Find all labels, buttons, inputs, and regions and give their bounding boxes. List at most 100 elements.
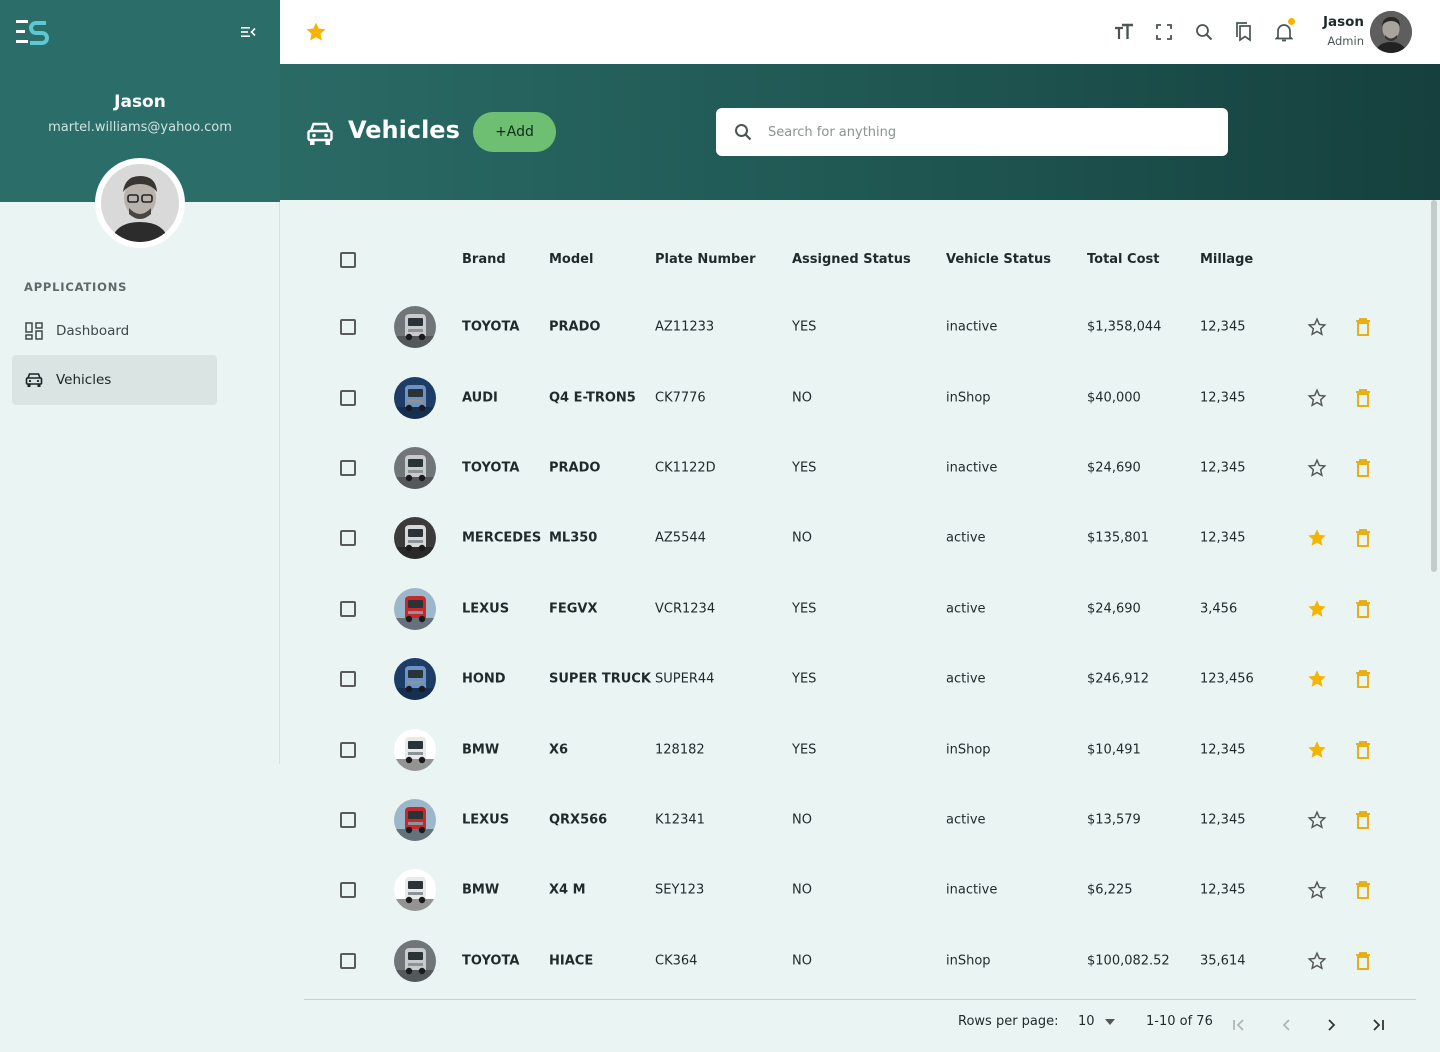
plate-cell: K12341 [655,812,705,828]
model-cell: PRADO [549,460,601,476]
row-checkbox[interactable] [340,600,356,617]
cost-cell: $6,225 [1087,882,1133,898]
delete-icon[interactable] [1352,457,1374,479]
millage-cell: 12,345 [1200,530,1246,546]
status-cell: inShop [946,953,991,969]
star-outline-icon[interactable] [1306,950,1328,972]
delete-icon[interactable] [1352,739,1374,761]
delete-icon[interactable] [1352,668,1374,690]
assigned-cell: YES [792,671,817,687]
avatar[interactable] [1370,11,1412,53]
scrollbar[interactable] [1431,200,1437,572]
chevron-left-icon [1282,1019,1290,1031]
column-header-brand[interactable]: Brand [462,252,506,267]
text-size-icon[interactable] [1112,20,1136,44]
status-cell: inShop [946,742,991,758]
previous-page-button[interactable] [1275,1014,1297,1036]
delete-icon[interactable] [1352,950,1374,972]
table-row[interactable]: HOND SUPER TRUCK SUPER44 YES active $246,912 1… [304,644,1416,714]
delete-icon[interactable] [1352,527,1374,549]
table-row[interactable]: BMW X6 128182 YES inShop $10,491 12,345 [304,714,1416,784]
table-row[interactable]: LEXUS FEGVX VCR1234 YES active $24,690 3,456 [304,574,1416,644]
star-filled-icon[interactable] [1306,527,1328,549]
assigned-cell: NO [792,953,812,969]
column-header-cost[interactable]: Total Cost [1087,252,1159,267]
table-body: TOYOTA PRADO AZ11233 YES inactive $1,358,044 1… [304,292,1416,996]
assigned-cell: YES [792,601,817,617]
delete-icon[interactable] [1352,316,1374,338]
bookmarks-icon[interactable] [1232,20,1256,44]
vehicle-thumbnail [394,517,436,560]
delete-icon[interactable] [1352,598,1374,620]
delete-icon[interactable] [1352,879,1374,901]
star-filled-icon[interactable] [1306,598,1328,620]
row-checkbox[interactable] [340,741,356,758]
column-header-model[interactable]: Model [549,252,593,267]
star-filled-icon[interactable] [1306,668,1328,690]
table-row[interactable]: TOYOTA HIACE CK364 NO inShop $100,082.52 35,61… [304,926,1416,996]
star-outline-icon[interactable] [1306,457,1328,479]
row-checkbox[interactable] [340,389,356,406]
table-row[interactable]: AUDI Q4 E-TRON5 CK7776 NO inShop $40,000 12,34… [304,362,1416,432]
vehicle-thumbnail [394,728,436,771]
table-row[interactable]: TOYOTA PRADO AZ11233 YES inactive $1,358,044 1… [304,292,1416,362]
star-outline-icon[interactable] [1306,809,1328,831]
row-checkbox[interactable] [340,952,356,969]
sidebar-user-email: martel.williams@yahoo.com [48,120,232,135]
assigned-cell: NO [792,530,812,546]
millage-cell: 3,456 [1200,601,1238,617]
star-icon[interactable] [304,20,328,44]
brand-cell: TOYOTA [462,953,520,969]
status-cell: active [946,812,986,828]
table-row[interactable]: MERCEDES ML350 AZ5544 NO active $135,801 12,34… [304,503,1416,573]
add-vehicle-button[interactable]: +Add [473,112,556,152]
vehicle-thumbnail [394,869,436,912]
last-page-icon [1373,1019,1384,1031]
millage-cell: 12,345 [1200,742,1246,758]
star-outline-icon[interactable] [1306,387,1328,409]
first-page-button[interactable] [1228,1014,1250,1036]
row-checkbox[interactable] [340,530,356,547]
star-outline-icon[interactable] [1306,879,1328,901]
table-row[interactable]: TOYOTA PRADO CK1122D YES inactive $24,690 12,3… [304,433,1416,503]
sidebar-item-dashboard[interactable]: Dashboard [12,306,217,356]
sidebar-item-vehicles[interactable]: Vehicles [12,355,217,405]
plate-cell: CK7776 [655,390,706,406]
row-checkbox[interactable] [340,811,356,828]
vehicle-thumbnail [394,306,436,349]
column-header-millage[interactable]: Millage [1200,252,1253,267]
search-icon [735,124,752,141]
column-header-status[interactable]: Vehicle Status [946,252,1051,267]
millage-cell: 35,614 [1200,953,1246,969]
rows-per-page-select[interactable]: 10 [1078,1014,1115,1029]
next-page-button[interactable] [1321,1014,1343,1036]
row-checkbox[interactable] [340,671,356,688]
app-logo[interactable] [16,18,50,46]
fullscreen-icon[interactable] [1152,20,1176,44]
search-icon[interactable] [1192,20,1216,44]
table-row[interactable]: LEXUS QRX566 K12341 NO active $13,579 12,345 [304,785,1416,855]
search-input[interactable] [768,124,1188,140]
select-all-checkbox[interactable] [340,252,356,268]
brand-cell: MERCEDES [462,530,542,546]
sidebar-avatar[interactable] [95,158,185,248]
status-cell: active [946,671,986,687]
delete-icon[interactable] [1352,387,1374,409]
table-row[interactable]: BMW X4 M SEY123 NO inactive $6,225 12,345 [304,855,1416,925]
column-header-assigned[interactable]: Assigned Status [792,252,911,267]
millage-cell: 12,345 [1200,460,1246,476]
star-filled-icon[interactable] [1306,739,1328,761]
row-checkbox[interactable] [340,882,356,899]
star-outline-icon[interactable] [1306,316,1328,338]
brand-cell: AUDI [462,390,498,406]
bell-icon[interactable] [1272,18,1296,44]
last-page-button[interactable] [1367,1014,1389,1036]
collapse-menu-icon[interactable] [240,24,256,40]
delete-icon[interactable] [1352,809,1374,831]
cost-cell: $13,579 [1087,812,1141,828]
sidebar-user-name: Jason [114,92,166,112]
topbar-user-name[interactable]: Jason [1323,14,1364,30]
row-checkbox[interactable] [340,459,356,476]
row-checkbox[interactable] [340,319,356,336]
column-header-plate[interactable]: Plate Number [655,252,756,267]
